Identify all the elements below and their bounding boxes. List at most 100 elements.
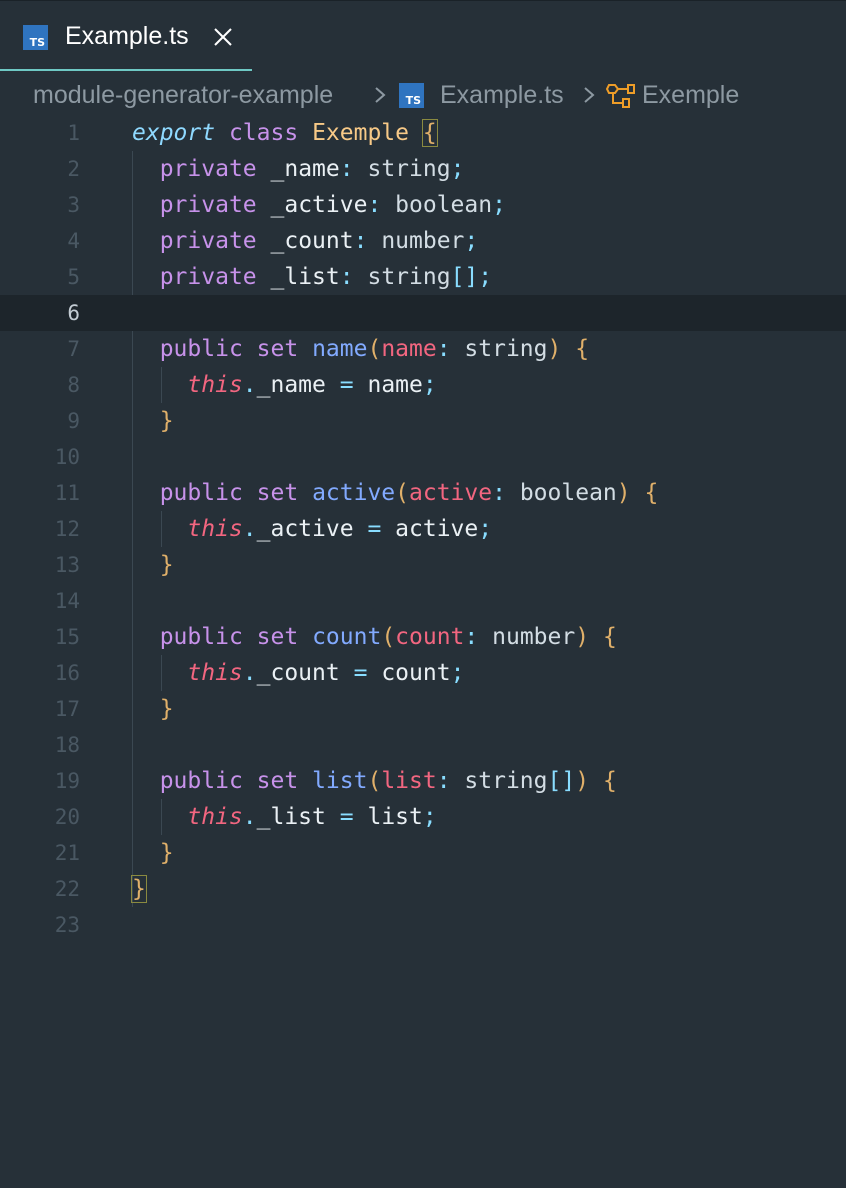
token-brace-matched: }	[131, 875, 147, 903]
token-punct: :	[353, 228, 368, 254]
chevron-right-icon	[375, 87, 386, 103]
token-paren: )	[547, 336, 562, 362]
code-line: 21 }	[0, 835, 846, 871]
token-brace: {	[602, 624, 617, 650]
token-field: _count	[270, 228, 354, 254]
code-line: 4 private _count: number;	[0, 223, 846, 259]
token-keyword: private	[159, 192, 257, 218]
code-editor[interactable]: 1 export class Exemple { 2 private _name…	[0, 115, 846, 1188]
typescript-file-icon: TS	[399, 83, 424, 108]
code-line: 17 }	[0, 691, 846, 727]
token-keyword: set	[256, 624, 299, 650]
token-keyword: set	[256, 480, 299, 506]
token-keyword: public	[159, 480, 243, 506]
token-brace: }	[159, 552, 174, 578]
code-line: 12 this._active = active;	[0, 511, 846, 547]
code-line: 23	[0, 907, 846, 943]
line-number: 20	[54, 805, 80, 829]
token-variable: name	[367, 372, 423, 398]
code-line: 15 public set count(count: number) {	[0, 619, 846, 655]
token-function: name	[312, 336, 368, 362]
token-field: _count	[256, 660, 340, 686]
token-punct: []	[450, 264, 479, 290]
line-number: 7	[67, 337, 80, 361]
close-icon[interactable]	[211, 25, 235, 49]
code-text: public set active(active: boolean) {	[132, 475, 659, 511]
token-type: string	[367, 156, 451, 182]
code-text: }	[132, 403, 174, 439]
token-punct: :	[436, 336, 451, 362]
code-text: }	[132, 547, 174, 583]
editor-window: TS Example.ts module-generator-example T…	[0, 0, 846, 1188]
line-number: 18	[54, 733, 80, 757]
token-function: count	[312, 624, 382, 650]
code-text: }	[132, 691, 174, 727]
code-line: 13 }	[0, 547, 846, 583]
code-line: 20 this._list = list;	[0, 799, 846, 835]
token-paren: )	[616, 480, 631, 506]
token-punct: :	[339, 156, 354, 182]
token-punct: .	[242, 660, 257, 686]
token-keyword: public	[159, 336, 243, 362]
code-text: public set list(list: string[]) {	[132, 763, 617, 799]
line-number: 21	[54, 841, 80, 865]
token-type: string	[367, 264, 451, 290]
token-parameter: name	[381, 336, 437, 362]
line-number: 23	[54, 913, 80, 937]
line-number: 2	[67, 157, 80, 181]
token-operator: =	[353, 660, 368, 686]
token-field: _active	[256, 516, 354, 542]
token-this: this	[187, 516, 243, 542]
code-text: this._list = list;	[132, 799, 437, 835]
code-text: export class Exemple {	[132, 115, 438, 151]
breadcrumb-folder[interactable]: module-generator-example	[33, 73, 333, 117]
line-number: 1	[67, 121, 80, 145]
token-type: string	[464, 768, 548, 794]
line-number: 14	[54, 589, 80, 613]
code-line: 18	[0, 727, 846, 763]
token-punct: ;	[450, 156, 465, 182]
token-field: _name	[256, 372, 326, 398]
token-punct: :	[492, 480, 506, 506]
token-keyword: class	[228, 120, 299, 146]
line-number: 3	[67, 193, 80, 217]
code-text: }	[132, 835, 174, 871]
token-keyword: private	[159, 228, 257, 254]
token-field: _list	[256, 804, 326, 830]
token-keyword: private	[159, 264, 257, 290]
token-keyword: private	[159, 156, 257, 182]
token-this: this	[187, 804, 243, 830]
breadcrumb-symbol[interactable]: Exemple	[642, 73, 739, 117]
token-variable: list	[367, 804, 423, 830]
line-number: 6	[67, 301, 80, 325]
token-punct: ;	[478, 516, 493, 542]
line-number: 15	[54, 625, 80, 649]
token-brace: }	[159, 408, 174, 434]
token-parameter: active	[409, 480, 493, 506]
token-brace: {	[644, 480, 659, 506]
code-text: this._active = active;	[132, 511, 492, 547]
token-parameter: count	[395, 624, 465, 650]
token-punct: ;	[422, 804, 437, 830]
line-number: 17	[54, 697, 80, 721]
line-number: 13	[54, 553, 80, 577]
line-number: 8	[67, 373, 80, 397]
breadcrumb: module-generator-example TS Example.ts E…	[0, 73, 846, 117]
line-number: 5	[67, 265, 80, 289]
code-line-current: 6	[0, 295, 846, 331]
token-function: active	[312, 480, 396, 506]
token-paren: (	[381, 624, 396, 650]
token-field: _list	[270, 264, 340, 290]
token-parameter: list	[381, 768, 437, 794]
breadcrumb-file[interactable]: Example.ts	[440, 73, 564, 117]
token-this: this	[187, 372, 243, 398]
tab-example-ts[interactable]: TS Example.ts	[0, 1, 252, 71]
token-punct: []	[547, 768, 576, 794]
token-keyword: public	[159, 768, 243, 794]
line-number: 9	[67, 409, 80, 433]
token-type: number	[492, 624, 576, 650]
token-punct: :	[339, 264, 354, 290]
token-operator: =	[339, 372, 354, 398]
token-keyword: set	[256, 336, 299, 362]
code-line: 11 public set active(active: boolean) {	[0, 475, 846, 511]
